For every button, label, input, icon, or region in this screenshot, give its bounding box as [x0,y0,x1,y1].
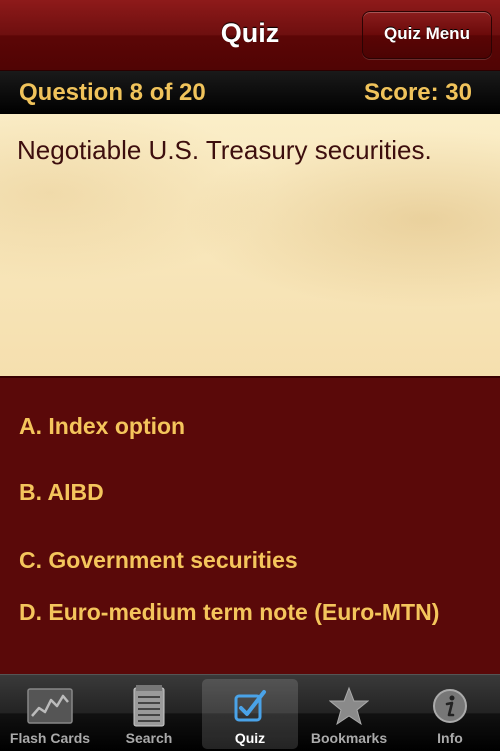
answer-option-d[interactable]: D. Euro-medium term note (Euro-MTN) [19,596,480,628]
star-icon [301,683,397,729]
question-text: Negotiable U.S. Treasury securities. [17,135,432,165]
answer-option-c[interactable]: C. Government securities [19,544,480,576]
chart-icon [2,683,98,729]
tab-label: Quiz [234,730,266,746]
score-label: Score: 30 [363,79,472,106]
question-card: Negotiable U.S. Treasury securities. [0,114,500,378]
answer-option-b[interactable]: B. AIBD [19,476,480,508]
tab-bar: Flash Cards Search Quiz Bookmarks Info [0,674,500,751]
tab-flash-cards[interactable]: Flash Cards [2,679,98,749]
answer-list: A. Index option B. AIBD C. Government se… [0,378,500,674]
info-icon [402,683,498,729]
tab-info[interactable]: Info [402,679,498,749]
question-counter: Question 8 of 20 [19,79,206,106]
notepad-icon [101,683,197,729]
tab-label: Bookmarks [310,730,388,746]
tab-label: Search [125,730,173,746]
tab-label: Info [437,730,463,746]
answer-option-a[interactable]: A. Index option [19,410,480,442]
tab-search[interactable]: Search [101,679,197,749]
checkbox-icon [202,683,298,729]
quiz-status-bar: Question 8 of 20 Score: 30 [0,71,500,114]
quiz-menu-button[interactable]: Quiz Menu [362,11,492,59]
tab-bookmarks[interactable]: Bookmarks [301,679,397,749]
tab-quiz[interactable]: Quiz [202,679,298,749]
navigation-bar: Quiz Quiz Menu [0,0,500,71]
tab-label: Flash Cards [9,730,91,746]
